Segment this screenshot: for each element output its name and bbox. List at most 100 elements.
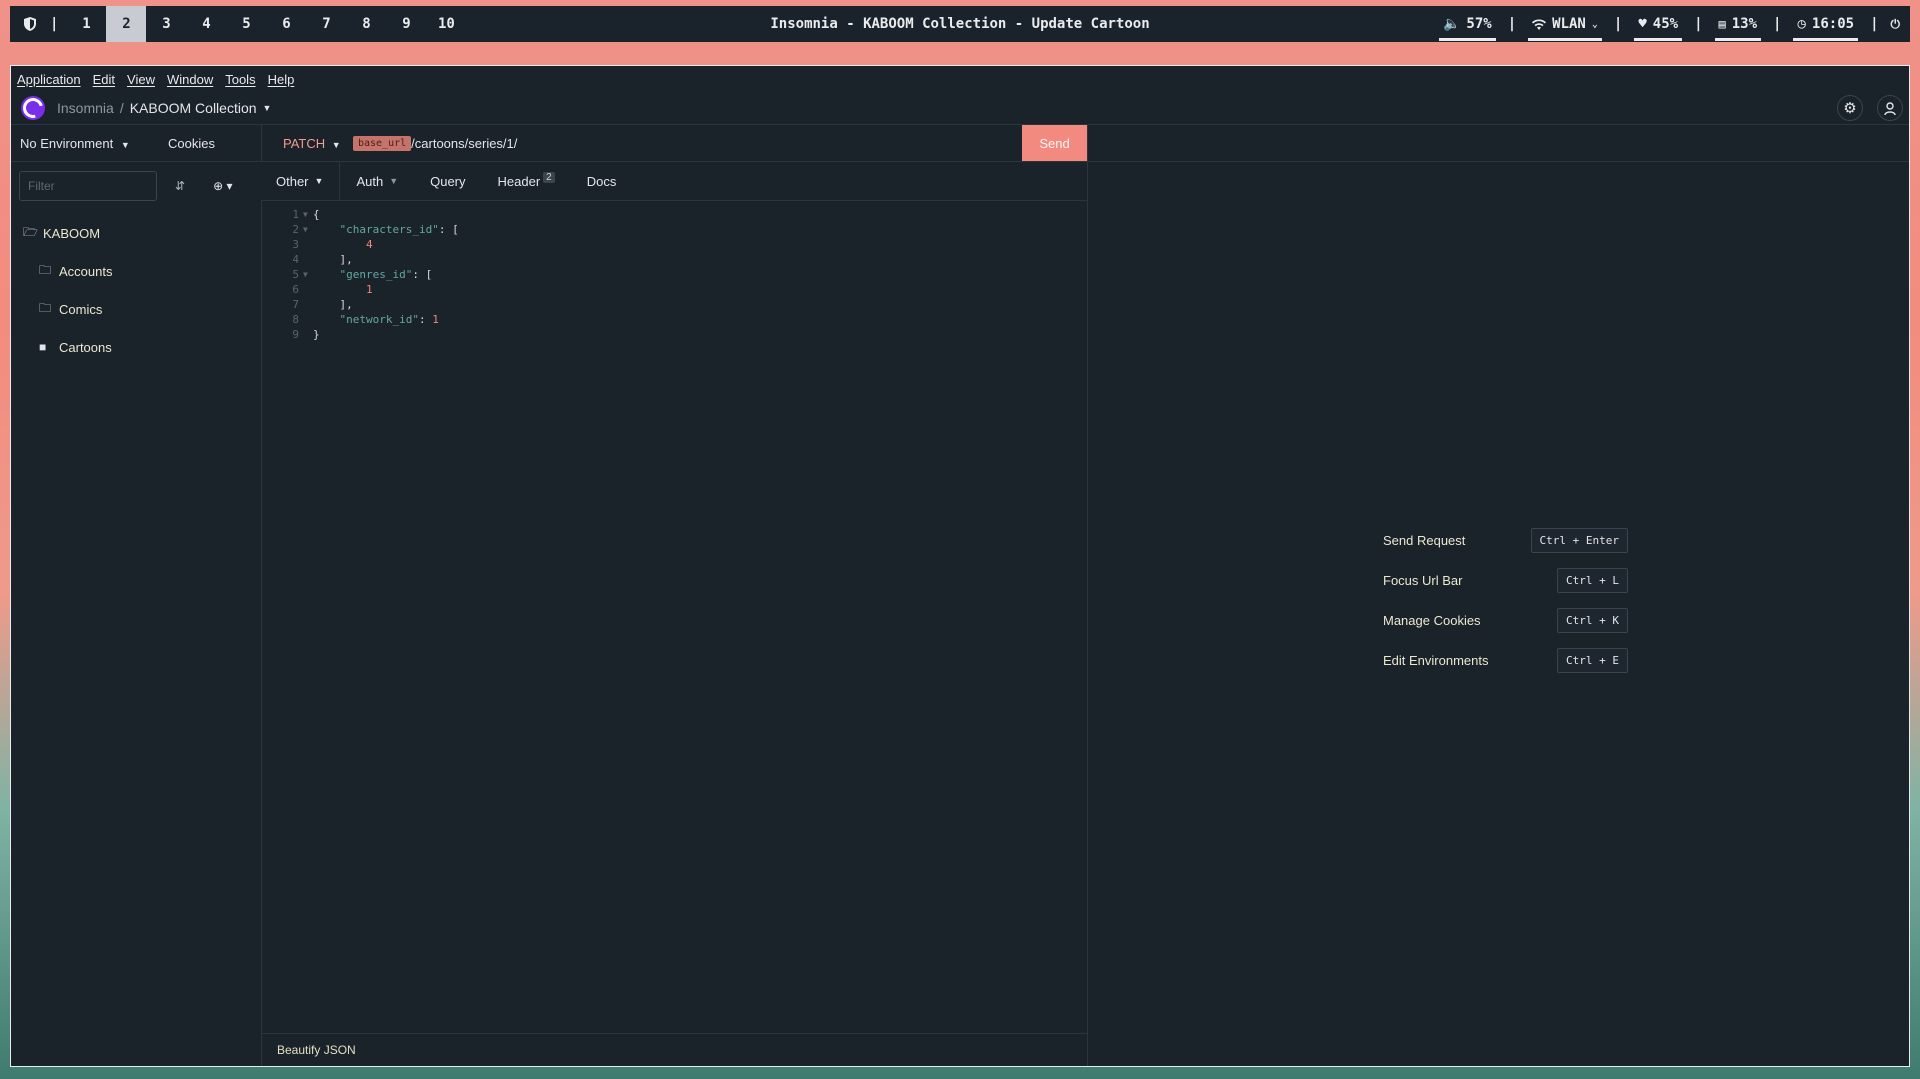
workspace-10[interactable]: 10: [426, 6, 466, 42]
collection-selector[interactable]: KABOOM Collection: [130, 100, 257, 116]
cookies-button[interactable]: Cookies: [168, 136, 215, 151]
shortcut-manage-cookies: Manage Cookies Ctrl + K: [1383, 600, 1628, 640]
folder-open-icon: 🗁: [23, 224, 38, 239]
workspace-5[interactable]: 5: [226, 6, 266, 42]
fold-arrow-icon[interactable]: ▼: [303, 267, 313, 282]
workspace-2[interactable]: 2: [106, 6, 147, 42]
menu-bar: Application Edit View Window Tools Help: [11, 66, 1909, 92]
environment-label: No Environment: [20, 135, 114, 151]
workspace-7[interactable]: 7: [306, 6, 346, 42]
tab-label: Header: [497, 173, 541, 189]
insomnia-window: Application Edit View Window Tools Help …: [10, 65, 1910, 1067]
workspace-8[interactable]: 8: [346, 6, 386, 42]
tab-docs[interactable]: Docs: [571, 162, 633, 200]
folder-icon: 🗀: [39, 300, 52, 315]
beautify-json-button[interactable]: Beautify JSON: [277, 1043, 356, 1057]
menu-edit[interactable]: Edit: [93, 72, 115, 87]
shield-icon: [18, 6, 42, 42]
caret-down-icon: ▼: [314, 176, 324, 186]
tab-header[interactable]: Header 2: [482, 162, 571, 200]
json-key: "characters_id": [339, 223, 439, 236]
separator: |: [1507, 16, 1517, 32]
editor-footer: Beautify JSON: [261, 1033, 1087, 1066]
folder-label: Cartoons: [59, 339, 112, 355]
tab-body[interactable]: Other ▼: [261, 162, 341, 200]
shortcut-send-request: Send Request Ctrl + Enter: [1383, 520, 1628, 560]
url-bar: PATCH ▼ base_url /cartoons/series/1/ Sen…: [261, 125, 1087, 162]
power-icon[interactable]: ⏻: [1891, 17, 1901, 32]
breadcrumb-root[interactable]: Insomnia: [57, 100, 114, 116]
url-input[interactable]: /cartoons/series/1/: [411, 136, 517, 151]
clock-indicator[interactable]: ◷ 16:05: [1793, 11, 1859, 41]
settings-gear-icon[interactable]: ⚙: [1837, 95, 1863, 121]
shortcut-label: Edit Environments: [1383, 652, 1489, 668]
caret-down-icon[interactable]: ▼: [263, 103, 272, 113]
line-number: 3: [292, 238, 299, 251]
method-selector[interactable]: PATCH ▼: [261, 136, 345, 151]
folder-label: Accounts: [59, 263, 113, 279]
separator: |: [50, 16, 59, 32]
sidebar: No Environment ▼ Cookies ⇵ ⊕ ▾ 🗁 KABOOM …: [11, 125, 262, 1066]
window-title: Insomnia - KABOOM Collection - Update Ca…: [770, 16, 1150, 32]
tab-label: Auth: [356, 173, 384, 189]
memory-value: 13%: [1731, 16, 1758, 32]
wifi-indicator[interactable]: WLAN ⌄: [1528, 11, 1602, 41]
json-key: "genres_id": [339, 268, 413, 281]
breadcrumb: Insomnia / KABOOM Collection ▼: [57, 100, 271, 116]
folder-label: Comics: [59, 301, 103, 317]
tab-auth[interactable]: Auth ▼: [340, 162, 414, 200]
workspace-4[interactable]: 4: [186, 6, 226, 42]
fold-arrow-icon[interactable]: ▼: [303, 207, 313, 222]
workspace-6[interactable]: 6: [266, 6, 306, 42]
request-tree: 🗁 KABOOM 🗀 Accounts 🗀 Comics ■ Cartoons: [11, 214, 261, 366]
line-number: 7: [292, 298, 299, 311]
shortcut-keys: Ctrl + L: [1557, 567, 1628, 593]
folder-accounts[interactable]: 🗀 Accounts: [11, 252, 261, 290]
filter-input[interactable]: [19, 171, 157, 201]
memory-indicator[interactable]: ▤ 13%: [1714, 11, 1762, 41]
tab-label: Docs: [586, 173, 617, 189]
line-number: 5: [292, 268, 299, 281]
workspace-9[interactable]: 9: [386, 6, 426, 42]
menu-window[interactable]: Window: [167, 72, 213, 87]
menu-help[interactable]: Help: [268, 72, 295, 87]
insomnia-logo-icon[interactable]: [19, 94, 47, 122]
shortcut-keys: Ctrl + E: [1557, 647, 1628, 673]
workspace-folder-kaboom[interactable]: 🗁 KABOOM: [11, 214, 261, 252]
fold-arrow-icon[interactable]: ▼: [303, 222, 313, 237]
folder-comics[interactable]: 🗀 Comics: [11, 290, 261, 328]
menu-view[interactable]: View: [127, 72, 155, 87]
separator: |: [1694, 16, 1703, 32]
folder-cartoons[interactable]: ■ Cartoons: [11, 328, 261, 366]
tab-query[interactable]: Query: [414, 162, 481, 200]
account-icon[interactable]: [1877, 95, 1903, 121]
wifi-name: WLAN: [1552, 16, 1586, 32]
environment-selector[interactable]: No Environment ▼: [11, 136, 168, 151]
line-number: 2: [292, 223, 299, 236]
json-body-editor[interactable]: 1 ▼{ 2 ▼ "characters_id": [ 3 4 4 ], 5 ▼ "g…: [261, 201, 1087, 342]
send-button[interactable]: Send: [1022, 125, 1087, 161]
json-number: 1: [432, 313, 439, 326]
sort-icon[interactable]: ⇵: [175, 179, 185, 193]
wifi-icon: [1532, 18, 1547, 30]
caret-down-icon: ▼: [331, 139, 341, 150]
json-number: 1: [365, 283, 373, 296]
workspace-1[interactable]: 1: [66, 6, 106, 42]
header-count-badge: 2: [543, 171, 555, 183]
menu-tools[interactable]: Tools: [225, 72, 255, 87]
json-key: "network_id": [339, 313, 419, 326]
memory-icon: ▤: [1718, 17, 1726, 31]
json-number: 4: [365, 238, 373, 251]
battery-indicator[interactable]: ♥ 45%: [1634, 11, 1683, 41]
folder-filled-icon: ■: [39, 340, 47, 354]
system-tray: 🔈 57% | WLAN ⌄ | ♥ 45% | ▤ 13% | ◷ 16:05…: [1438, 6, 1901, 42]
url-variable-tag[interactable]: base_url: [353, 135, 412, 151]
add-item-icon[interactable]: ⊕ ▾: [213, 179, 232, 193]
volume-indicator[interactable]: 🔈 57%: [1438, 11, 1496, 41]
separator: |: [1613, 16, 1623, 32]
app-header: Insomnia / KABOOM Collection ▼ ⚙: [11, 92, 1909, 125]
workspace-3[interactable]: 3: [146, 6, 186, 42]
menu-application[interactable]: Application: [17, 72, 81, 87]
speaker-icon: 🔈: [1442, 16, 1461, 32]
line-number: 9: [292, 328, 299, 341]
